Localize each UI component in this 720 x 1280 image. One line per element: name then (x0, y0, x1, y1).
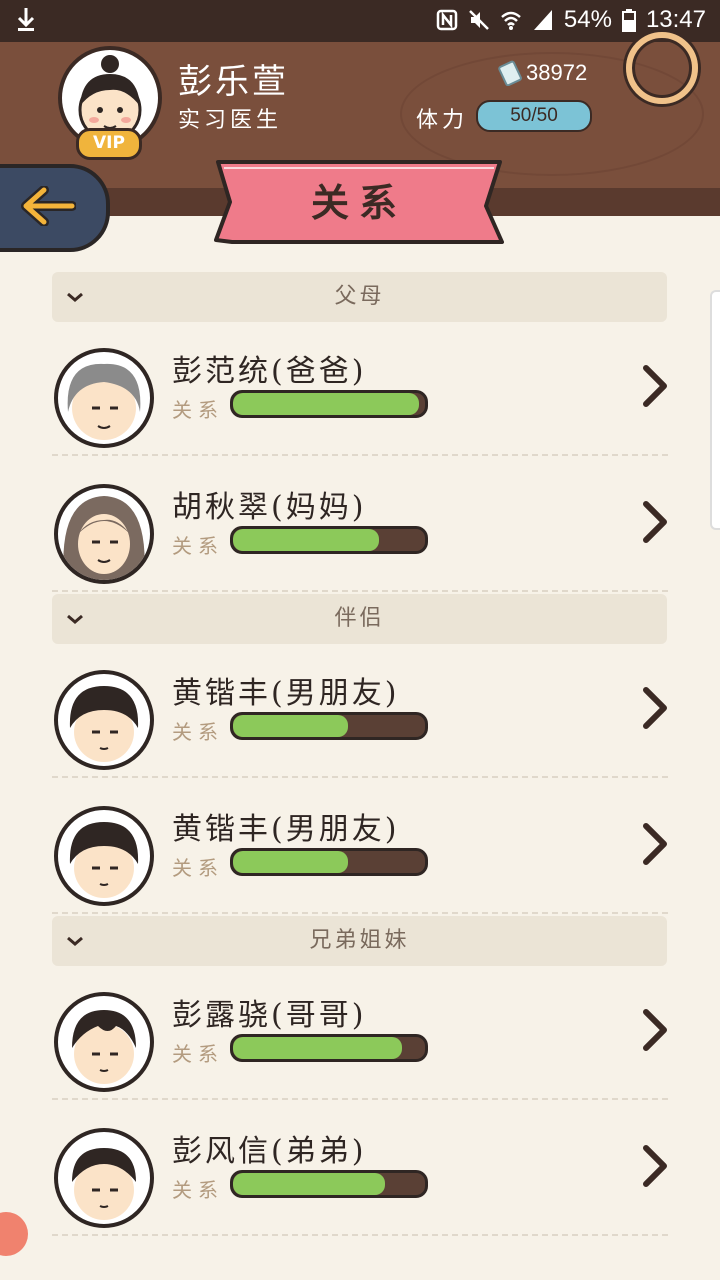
relation-bar (230, 526, 428, 554)
relation-bar (230, 848, 428, 876)
player-title: 实习医生 (178, 108, 283, 133)
battery-icon (621, 9, 636, 32)
section-title: 伴侣 (334, 606, 385, 631)
section-header-siblings[interactable]: 兄弟姐妹 (52, 916, 667, 966)
relation-name: 彭风信(弟弟) (172, 1134, 367, 1169)
divider (52, 776, 668, 778)
money-display: 38972 (498, 60, 587, 86)
chevron-right-icon[interactable] (640, 1144, 670, 1188)
list-item[interactable]: 彭露骁(哥哥) 关系 (0, 966, 720, 1102)
older-brother-avatar (54, 992, 154, 1092)
younger-brother-face-icon (72, 1148, 136, 1220)
page-title: 关系 (310, 180, 407, 225)
father-face-icon (67, 363, 141, 440)
chevron-right-icon[interactable] (640, 822, 670, 866)
stamina-bar: 50/50 (476, 100, 592, 132)
list-item[interactable]: 胡秋翠(妈妈) 关系 (0, 458, 720, 594)
chevron-right-icon[interactable] (640, 1008, 670, 1052)
list-item[interactable]: 黄锴丰(男朋友) 关系 (0, 780, 720, 916)
player-name: 彭乐萱 (178, 62, 289, 102)
list-item[interactable]: 黄锴丰(男朋友) 关系 (0, 644, 720, 780)
list-item[interactable]: 彭风信(弟弟) 关系 (0, 1102, 720, 1238)
relation-label: 关系 (172, 398, 224, 422)
relation-bar-fill (233, 529, 379, 551)
section-title: 兄弟姐妹 (309, 928, 410, 953)
back-arrow-icon (21, 186, 76, 226)
chevron-down-icon (67, 936, 83, 946)
divider (52, 590, 668, 592)
back-button[interactable] (0, 164, 110, 252)
relationship-list: 父母 彭范统(爸爸) 关系 胡秋翠(妈妈) 关系 伴侣 黄锴丰(男朋友) 关系 … (0, 272, 720, 1238)
stamina-label: 体力 (416, 108, 469, 133)
mother-face-icon (63, 496, 145, 580)
nfc-icon (436, 9, 458, 31)
boyfriend-avatar (54, 806, 154, 906)
divider (52, 912, 668, 914)
relation-bar-fill (233, 1173, 385, 1195)
money-value: 38972 (526, 60, 588, 85)
chevron-down-icon (67, 614, 83, 624)
relation-bar-fill (233, 393, 420, 415)
chevron-right-icon[interactable] (640, 686, 670, 730)
mother-avatar (54, 484, 154, 584)
section-header-partner[interactable]: 伴侣 (52, 594, 667, 644)
relation-bar-fill (233, 715, 349, 737)
boyfriend-face-icon (69, 686, 139, 762)
relation-name: 黄锴丰(男朋友) (172, 676, 400, 711)
vip-badge: VIP (76, 128, 142, 160)
chevron-right-icon[interactable] (640, 364, 670, 408)
boyfriend-avatar (54, 670, 154, 770)
chevron-down-icon (67, 292, 83, 302)
divider (52, 454, 668, 456)
relation-name: 彭范统(爸爸) (172, 354, 367, 389)
clock: 13:47 (645, 6, 706, 33)
download-icon (17, 8, 35, 31)
status-bar: 54% 13:47 (0, 0, 720, 42)
mute-icon (469, 10, 489, 30)
chevron-right-icon[interactable] (640, 500, 670, 544)
divider (52, 1098, 668, 1100)
list-item[interactable]: 彭范统(爸爸) 关系 (0, 322, 720, 458)
signal-icon (533, 10, 552, 30)
divider (52, 1234, 668, 1236)
relation-label: 关系 (172, 1178, 224, 1202)
relation-name: 彭露骁(哥哥) (172, 998, 367, 1033)
older-brother-face-icon (72, 1010, 136, 1084)
section-header-parents[interactable]: 父母 (52, 272, 667, 322)
younger-brother-avatar (54, 1128, 154, 1228)
ring-icon[interactable] (626, 32, 698, 104)
relation-bar-fill (233, 851, 349, 873)
relation-label: 关系 (172, 856, 224, 880)
wifi-icon (501, 11, 521, 30)
boyfriend-face-icon (69, 822, 139, 898)
relation-label: 关系 (172, 720, 224, 744)
relation-label: 关系 (172, 1042, 224, 1066)
relation-name: 胡秋翠(妈妈) (172, 490, 367, 525)
relation-bar-fill (233, 1037, 402, 1059)
relation-bar (230, 390, 428, 418)
relation-label: 关系 (172, 534, 224, 558)
relation-bar (230, 1034, 428, 1062)
father-avatar (54, 348, 154, 448)
relation-bar (230, 1170, 428, 1198)
battery-percent: 54% (563, 6, 612, 33)
section-title: 父母 (334, 284, 385, 309)
relation-name: 黄锴丰(男朋友) (172, 812, 400, 847)
relation-bar (230, 712, 428, 740)
banknote-icon (498, 60, 522, 86)
